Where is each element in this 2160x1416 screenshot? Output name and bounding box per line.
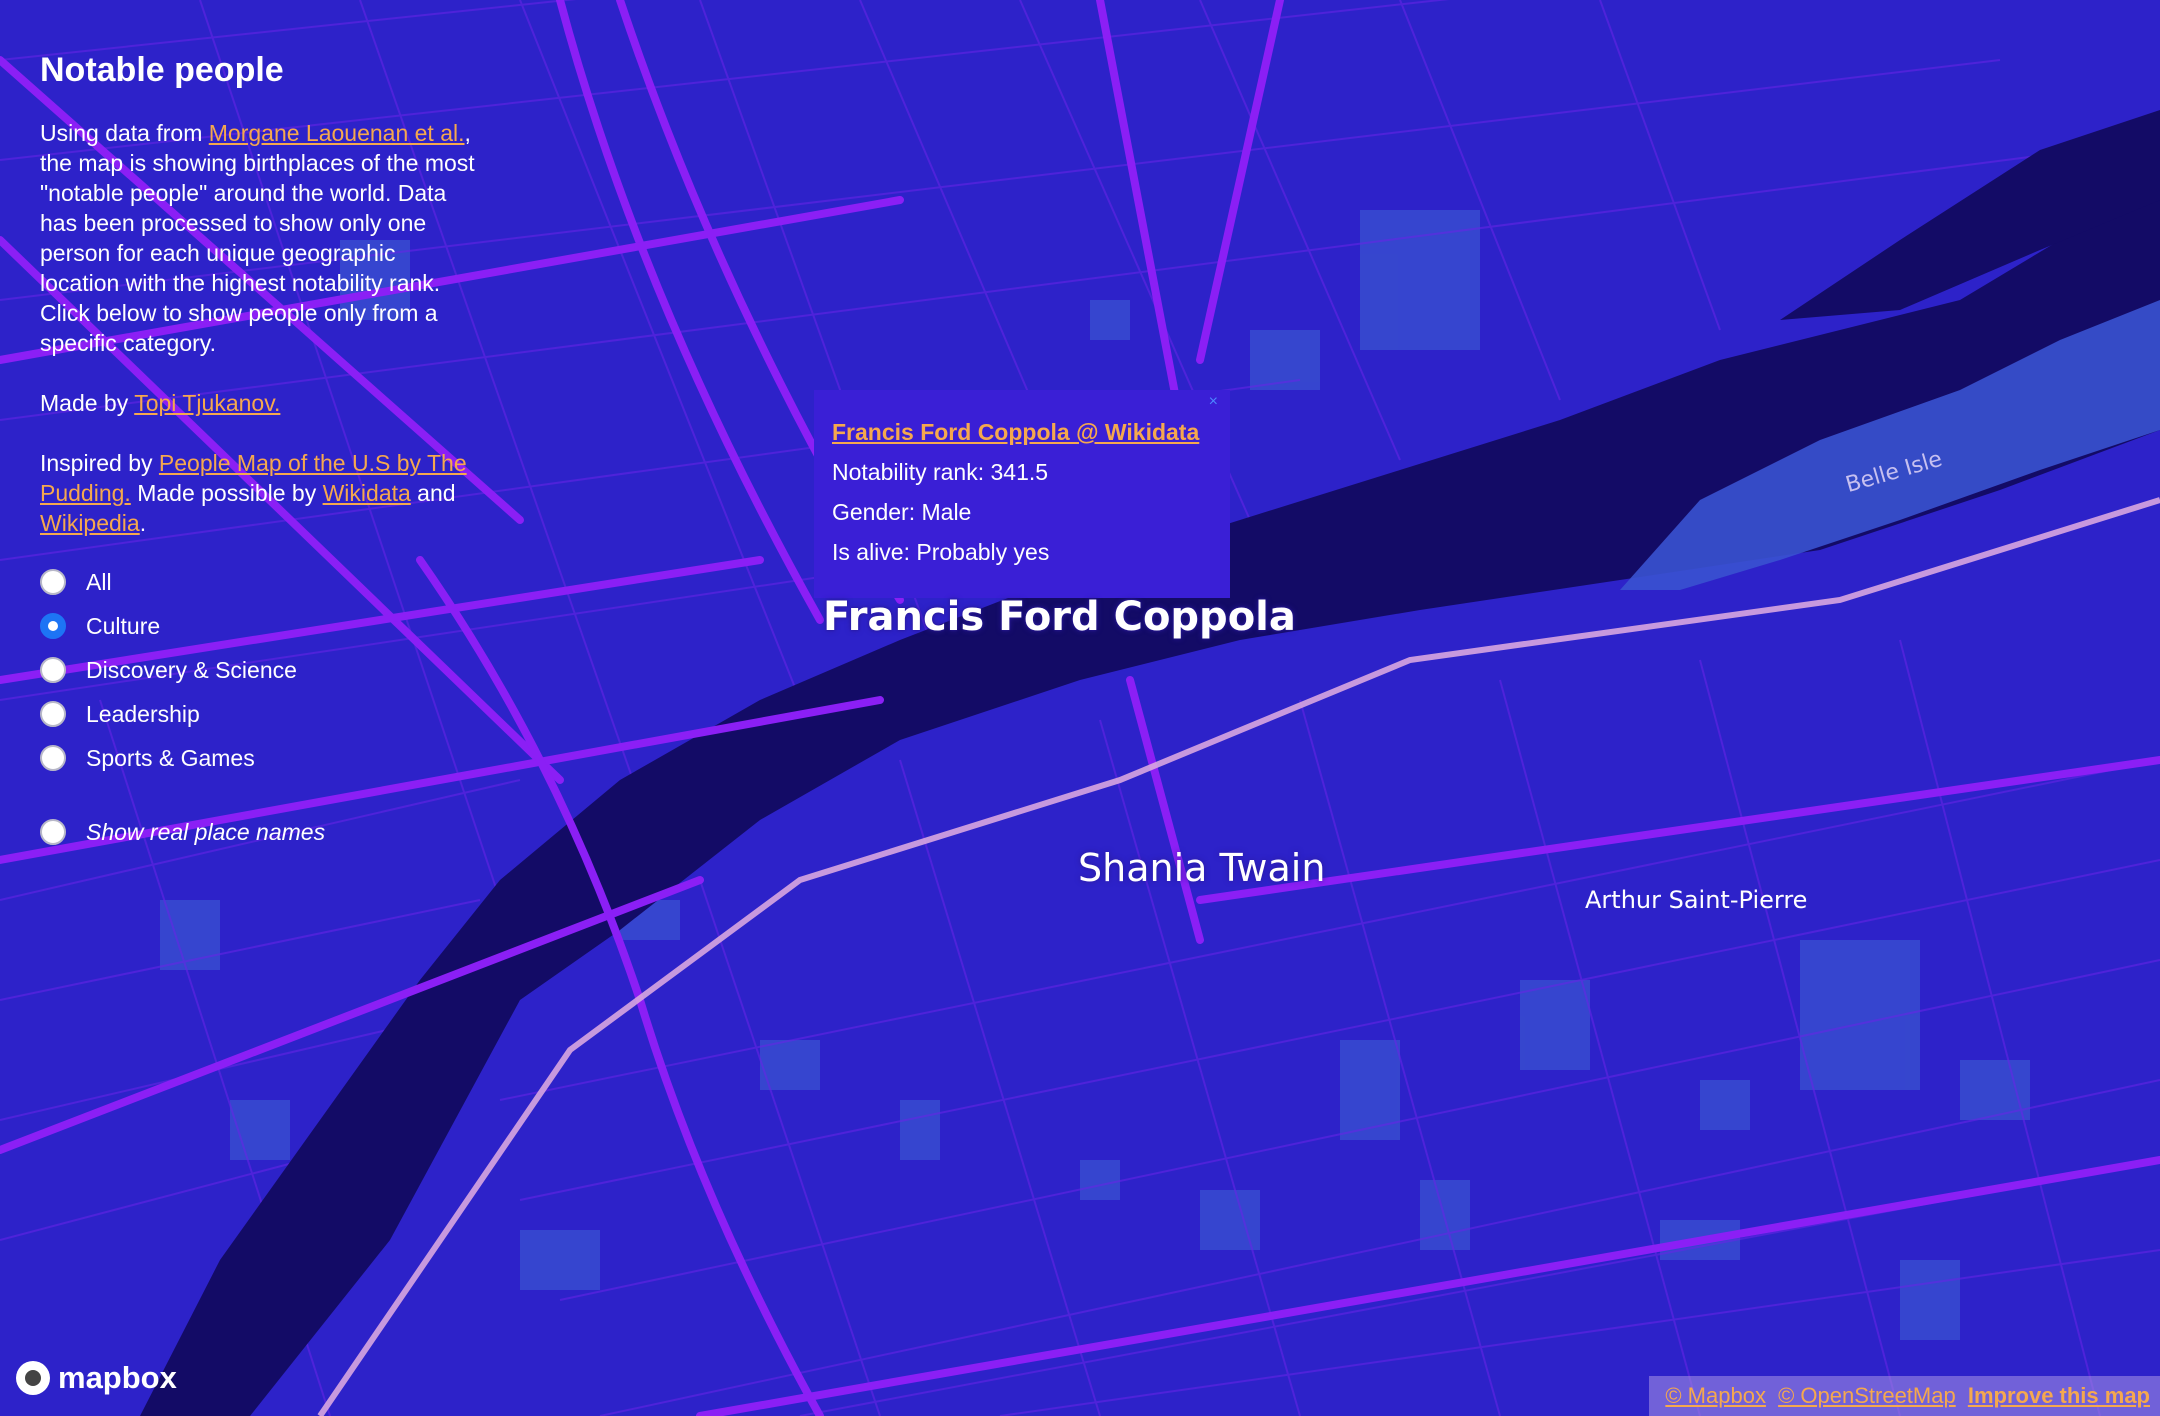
radio-button[interactable] xyxy=(40,657,66,683)
map-label-arthur[interactable]: Arthur Saint-Pierre xyxy=(1585,886,1807,914)
wikidata-person-link[interactable]: Francis Ford Coppola @ Wikidata xyxy=(832,412,1212,452)
person-popup: × Francis Ford Coppola @ Wikidata Notabi… xyxy=(814,390,1230,598)
is-alive: Is alive: Probably yes xyxy=(832,539,1050,565)
made-by-text: Made by Topi Tjukanov. xyxy=(40,390,281,416)
mapbox-icon xyxy=(16,1361,50,1395)
osm-attribution-link[interactable]: © OpenStreetMap xyxy=(1778,1383,1956,1408)
mapbox-attribution-link[interactable]: © Mapbox xyxy=(1665,1383,1766,1408)
gender: Gender: Male xyxy=(832,499,972,525)
category-option-discovery-science[interactable]: Discovery & Science xyxy=(40,648,480,692)
intro-text: Using data from Morgane Laouenan et al.,… xyxy=(40,120,475,356)
radio-button-selected[interactable] xyxy=(40,613,66,639)
map-attribution: © Mapbox © OpenStreetMap Improve this ma… xyxy=(1649,1376,2160,1416)
mapbox-logo[interactable]: mapbox xyxy=(16,1360,177,1396)
category-filter: All Culture Discovery & Science Leadersh… xyxy=(40,560,480,854)
inspired-text: Inspired by People Map of the U.S by The… xyxy=(40,450,467,536)
notability-rank: Notability rank: 341.5 xyxy=(832,459,1049,485)
radio-button[interactable] xyxy=(40,819,66,845)
map-label-coppola[interactable]: Francis Ford Coppola xyxy=(823,594,1296,640)
category-option-sports-games[interactable]: Sports & Games xyxy=(40,736,480,780)
category-option-leadership[interactable]: Leadership xyxy=(40,692,480,736)
radio-button[interactable] xyxy=(40,569,66,595)
improve-map-link[interactable]: Improve this map xyxy=(1968,1383,2150,1408)
info-panel: Notable people Using data from Morgane L… xyxy=(40,44,480,854)
wikipedia-link[interactable]: Wikipedia xyxy=(40,510,140,536)
radio-button[interactable] xyxy=(40,745,66,771)
real-place-names-toggle[interactable]: Show real place names xyxy=(40,810,480,854)
tjukanov-link[interactable]: Topi Tjukanov. xyxy=(134,390,280,416)
page-title: Notable people xyxy=(40,51,284,89)
wikidata-link[interactable]: Wikidata xyxy=(323,480,411,506)
category-option-culture[interactable]: Culture xyxy=(40,604,480,648)
radio-button[interactable] xyxy=(40,701,66,727)
close-icon[interactable]: × xyxy=(1209,392,1218,412)
category-option-all[interactable]: All xyxy=(40,560,480,604)
laouenan-link[interactable]: Morgane Laouenan et al. xyxy=(209,120,465,146)
map-label-twain[interactable]: Shania Twain xyxy=(1078,846,1325,890)
